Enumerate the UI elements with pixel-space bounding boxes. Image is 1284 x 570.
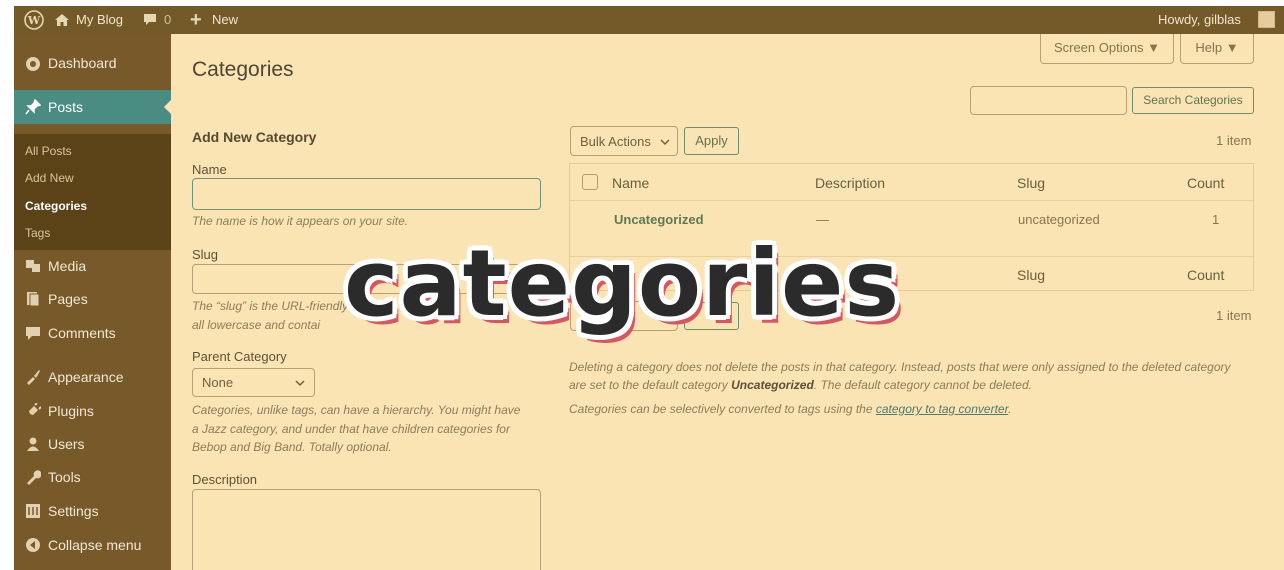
sidebar-item-plugins[interactable]: Plugins: [14, 394, 171, 428]
chevron-down-icon: [295, 380, 305, 387]
converter-note: Categories can be selectively converted …: [569, 402, 1012, 416]
parent-category-value: None: [202, 375, 234, 390]
sidebar-item-appearance[interactable]: Appearance: [14, 360, 171, 394]
parent-hint-line-1: Categories, unlike tags, can have a hier…: [192, 403, 521, 417]
sidebar-item-posts[interactable]: Posts: [14, 90, 172, 124]
screen-options-button[interactable]: Screen Options ▼: [1040, 34, 1174, 64]
pages-icon: [27, 292, 40, 307]
sidebar-item-pages[interactable]: Pages: [14, 282, 171, 316]
brush-icon: [27, 370, 40, 385]
sidebar-item-users[interactable]: Users: [14, 427, 171, 461]
howdy-user[interactable]: Howdy, gilblas: [1158, 6, 1241, 34]
sidebar-item-settings[interactable]: Settings: [14, 494, 171, 528]
category-count[interactable]: 1: [1212, 212, 1219, 227]
sidebar-item-dashboard[interactable]: Dashboard: [14, 46, 171, 80]
sidebar-item-comments[interactable]: Comments: [14, 316, 171, 350]
submenu-add-new[interactable]: Add New: [25, 171, 74, 185]
settings-icon: [26, 504, 40, 518]
comment-bubble-icon[interactable]: [142, 6, 158, 34]
category-description: —: [816, 212, 829, 227]
search-categories-button[interactable]: Search Categories: [1132, 87, 1254, 114]
comments-icon: [26, 327, 40, 340]
category-name-input[interactable]: [192, 178, 541, 210]
help-button[interactable]: Help ▼: [1180, 34, 1254, 64]
item-count-bottom: 1 item: [1216, 308, 1252, 323]
column-header-count[interactable]: Count: [1187, 175, 1224, 191]
wordpress-logo-icon[interactable]: W: [24, 10, 44, 30]
category-tag-converter-link[interactable]: category to tag converter: [876, 402, 1008, 416]
bulk-actions-select[interactable]: Bulk Actions: [570, 126, 678, 156]
screenshot-frame: W My Blog 0 + New Howdy, gilblas Dashboa…: [14, 6, 1284, 570]
new-content-link[interactable]: New: [212, 6, 238, 34]
slug-label: Slug: [192, 247, 219, 262]
pin-icon: [25, 99, 41, 115]
svg-text:W: W: [27, 14, 41, 27]
wrench-icon: [27, 470, 41, 485]
submenu-categories[interactable]: Categories: [25, 199, 87, 213]
sidebar-item-label: Appearance: [48, 369, 124, 385]
search-categories-input[interactable]: [970, 86, 1127, 115]
column-header-slug[interactable]: Slug: [1017, 175, 1045, 191]
dashboard-icon: [26, 57, 40, 71]
submenu-all-posts[interactable]: All Posts: [25, 144, 72, 158]
admin-bar: W My Blog 0 + New Howdy, gilblas: [14, 6, 1284, 34]
posts-submenu: All Posts Add New Categories Tags: [14, 134, 171, 250]
current-menu-arrow: [164, 99, 172, 115]
overlay-title-text: categories: [344, 230, 901, 337]
column-header-name[interactable]: Name: [612, 175, 649, 191]
parent-hint-line-2: a Jazz category, and under that have chi…: [192, 422, 510, 436]
avatar[interactable]: [1258, 11, 1275, 28]
submenu-tags[interactable]: Tags: [25, 226, 50, 240]
admin-sidebar: Dashboard Posts All Posts Add New Catego…: [14, 34, 172, 570]
users-icon: [27, 437, 39, 451]
bulk-actions-value: Bulk Actions: [580, 134, 651, 149]
sidebar-item-label: Dashboard: [48, 55, 117, 71]
column-header-description: Description: [815, 175, 886, 191]
media-icon: [26, 260, 40, 272]
home-icon: [54, 6, 70, 34]
plus-icon[interactable]: +: [190, 6, 202, 34]
category-name-link[interactable]: Uncategorized: [614, 212, 704, 227]
description-label: Description: [192, 472, 258, 487]
add-new-category-heading: Add New Category: [192, 129, 317, 145]
parent-hint-line-3: Bebop and Big Band. Totally optional.: [192, 440, 392, 454]
page-title: Categories: [192, 58, 294, 81]
sidebar-item-label: Collapse menu: [48, 537, 142, 553]
chevron-down-icon: [660, 139, 670, 146]
plug-icon: [26, 403, 41, 418]
comments-count[interactable]: 0: [164, 6, 171, 34]
sidebar-item-label: Settings: [48, 503, 99, 519]
sidebar-item-label: Pages: [48, 291, 88, 307]
item-count-top: 1 item: [1216, 133, 1252, 148]
slug-hint-line-2: all lowercase and contai: [192, 318, 321, 332]
sidebar-item-label: Plugins: [48, 403, 94, 419]
sidebar-item-label: Comments: [48, 325, 116, 341]
sidebar-item-media[interactable]: Media: [14, 249, 171, 283]
site-name-link[interactable]: My Blog: [76, 6, 123, 34]
parent-category-label: Parent Category: [192, 349, 287, 364]
apply-button[interactable]: Apply: [684, 127, 739, 155]
parent-category-select[interactable]: None: [192, 368, 315, 397]
sidebar-item-label: Posts: [48, 99, 84, 115]
category-slug: uncategorized: [1018, 212, 1100, 227]
collapse-icon: [26, 538, 40, 552]
sidebar-item-label: Users: [48, 436, 85, 452]
name-label: Name: [192, 162, 227, 177]
name-hint: The name is how it appears on your site.: [192, 214, 409, 228]
delete-note-line-1: Deleting a category does not delete the …: [569, 360, 1231, 374]
footer-header-count[interactable]: Count: [1187, 267, 1224, 283]
category-description-textarea[interactable]: [192, 489, 541, 570]
sidebar-item-collapse-menu[interactable]: Collapse menu: [14, 528, 171, 562]
sidebar-item-label: Media: [48, 258, 87, 274]
sidebar-item-label: Tools: [48, 469, 81, 485]
delete-note-line-2: are set to the default category Uncatego…: [569, 378, 1032, 392]
sidebar-item-tools[interactable]: Tools: [14, 460, 171, 494]
select-all-checkbox[interactable]: [582, 174, 598, 190]
